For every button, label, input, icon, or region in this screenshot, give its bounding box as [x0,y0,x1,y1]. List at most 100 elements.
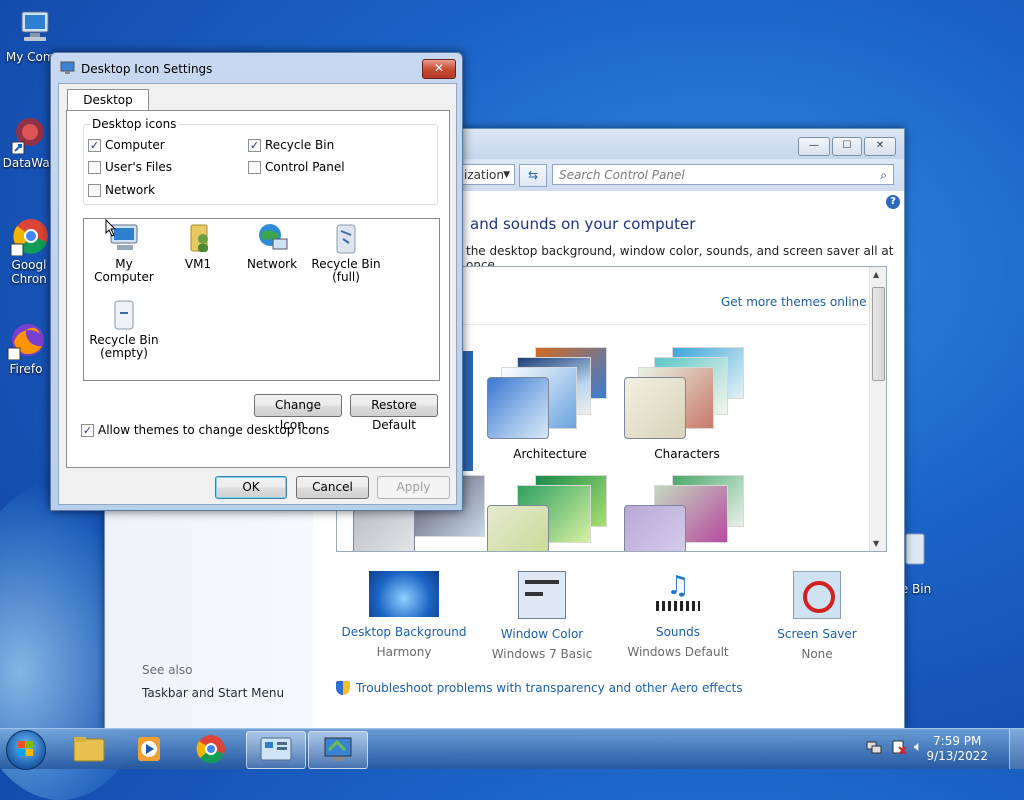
checkbox-checked[interactable]: ✓ [248,138,261,152]
datawag-icon [10,114,50,155]
list-item-vm1[interactable]: VM1 [158,221,238,271]
desktop-icon-settings-dialog: Desktop Icon Settings ✕ Desktop Icons De… [50,52,463,511]
sounds-icon: ♫ [653,571,703,617]
checkbox-users-files[interactable]: User's Files [88,160,172,174]
taskbar-chrome[interactable] [182,731,240,767]
checkbox-computer[interactable]: ✓ Computer [88,138,165,152]
dialog-body: Desktop Icons Desktop icons ✓Computer ✓R… [58,83,457,505]
theme-characters[interactable] [624,347,744,442]
shield-icon [336,681,350,695]
scroll-thumb[interactable] [872,287,885,381]
checkbox-unchecked[interactable] [248,160,261,174]
checkbox-unchecked[interactable] [88,183,101,197]
get-more-themes-link[interactable]: Get more themes online [721,295,867,309]
close-button[interactable]: ✕ [864,137,896,156]
window-color-icon [518,571,566,619]
search-icon: ⌕ [880,168,887,182]
desktop-icon-label: e Bin [900,582,932,596]
action-center-icon[interactable] [891,739,907,755]
taskbar-start-menu-link[interactable]: Taskbar and Start Menu [142,686,284,700]
desktop-background-item[interactable]: Desktop Background Harmony [339,571,469,659]
clock-date: 9/13/2022 [926,749,988,763]
network-tray-icon[interactable] [866,739,882,755]
checkbox-allow-themes[interactable]: ✓ Allow themes to change desktop icons [81,423,329,437]
user-folder-icon [181,221,215,255]
troubleshoot-link[interactable]: Troubleshoot problems with transparency … [356,681,743,695]
checkbox-checked[interactable]: ✓ [88,138,101,152]
control-panel-icon [260,737,292,761]
checkbox-checked[interactable]: ✓ [81,423,94,437]
change-icon-button[interactable]: Change Icon... [254,394,342,432]
recycle-bin-full-icon [329,221,363,255]
scroll-down-icon[interactable]: ▼ [873,539,879,548]
scroll-up-icon[interactable]: ▲ [873,270,879,279]
dialog-app-icon [60,61,76,75]
screen-saver-item[interactable]: Screen Saver None [752,571,882,661]
dialog-title: Desktop Icon Settings [81,62,213,76]
search-placeholder: Search Control Panel [559,168,685,182]
troubleshoot-row[interactable]: Troubleshoot problems with transparency … [336,681,743,695]
refresh-icon: ⇆ [527,168,539,182]
list-item-recycle-bin-empty[interactable]: Recycle Bin (empty) [84,297,164,360]
checkbox-unchecked[interactable] [88,160,101,174]
restore-default-button[interactable]: Restore Default [350,394,438,432]
show-desktop-button[interactable] [1009,729,1024,769]
list-item-recycle-bin-full[interactable]: Recycle Bin (full) [306,221,386,284]
close-icon: ✕ [433,61,445,75]
theme-label: Architecture [513,447,587,461]
media-player-icon [138,737,160,761]
window-color-item[interactable]: Window Color Windows 7 Basic [477,571,607,661]
chrome-icon [9,216,49,257]
address-text: ization [464,168,504,182]
checkbox-control-panel[interactable]: Control Panel [248,160,345,174]
theme-architecture[interactable] [487,347,607,442]
taskbar-control-panel[interactable] [246,731,306,769]
group-label: Desktop icons [90,117,179,131]
desktop-icon-chrome[interactable]: Googl Chron [4,216,54,286]
checkbox-network[interactable]: Network [88,183,155,197]
recycle-bin-icon [904,530,928,580]
checkbox-recycle-bin[interactable]: ✓ Recycle Bin [248,138,334,152]
taskbar-media-player[interactable] [120,731,178,767]
theme-row2-2[interactable] [487,475,607,551]
icon-list: My Computer VM1 Network Recycle Bin (ful… [83,218,440,381]
windows-logo-icon [18,741,33,756]
network-icon [255,221,289,255]
taskbar-desktop-icon-settings[interactable] [308,731,368,769]
start-button[interactable] [6,730,46,770]
theme-label: Characters [654,447,720,461]
search-input[interactable]: Search Control Panel ⌕ [552,164,894,185]
chrome-icon [196,735,225,764]
scrollbar[interactable]: ▲ ▼ [869,267,886,551]
desktop-icon-label: Googl Chron [11,258,47,286]
screen-saver-icon [793,571,841,619]
sounds-item[interactable]: ♫ Sounds Windows Default [613,571,743,659]
clock[interactable]: 7:59 PM 9/13/2022 [926,734,988,764]
maximize-button[interactable]: ☐ [832,137,862,156]
minimize-button[interactable]: — [798,137,830,156]
close-button[interactable]: ✕ [422,59,456,79]
theme-row2-3[interactable] [624,475,744,551]
cancel-button[interactable]: Cancel [296,476,369,499]
desktop-icons-group: Desktop icons ✓ Computer ✓ Recycle Bin Use… [83,117,438,205]
display-icon [324,737,352,761]
list-item-my-computer[interactable]: My Computer [84,221,164,284]
recycle-bin-empty-icon [107,297,141,331]
chevron-down-icon[interactable]: ▼ [503,165,510,186]
computer-icon [14,8,54,48]
firefox-icon [6,320,46,361]
see-also-label: See also [142,663,193,677]
list-item-network[interactable]: Network [232,221,312,271]
tab-panel: Desktop icons ✓ Computer ✓ Recycle Bin Use… [66,110,450,468]
desktop-icon-firefox[interactable]: Firefo [4,320,48,376]
mouse-cursor [105,219,117,237]
taskbar-explorer[interactable] [60,731,118,767]
help-icon[interactable]: ? [886,195,900,209]
refresh-button[interactable]: ⇆ [519,164,547,187]
apply-button[interactable]: Apply [377,476,450,499]
tab-desktop-icons[interactable]: Desktop Icons [67,89,149,128]
ok-button[interactable]: OK [215,476,287,499]
taskbar: 🔈︎ 7:59 PM 9/13/2022 [0,728,1024,770]
desktop-icon-label: Firefo [9,362,43,376]
folder-icon [73,737,105,762]
